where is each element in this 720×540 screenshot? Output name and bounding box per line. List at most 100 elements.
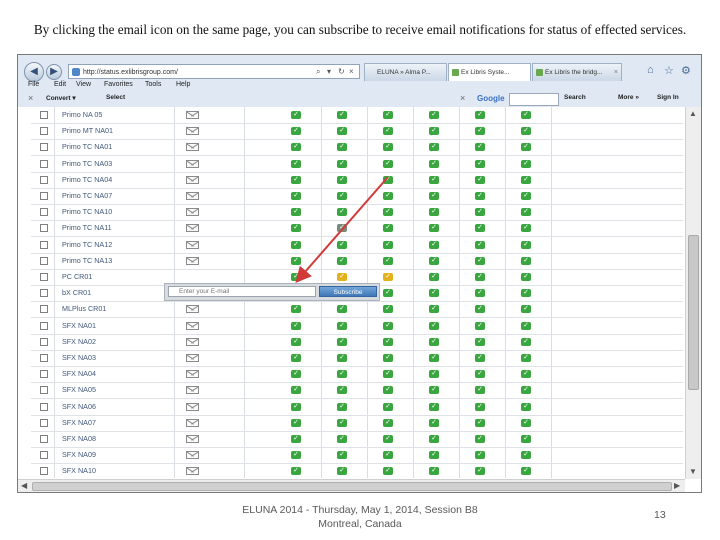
- email-subscribe-icon[interactable]: [186, 192, 199, 200]
- row-checkbox[interactable]: [40, 289, 48, 298]
- status-ok-icon: ✓: [429, 127, 439, 136]
- menu-view[interactable]: View: [76, 81, 91, 88]
- tab-close-icon[interactable]: ×: [614, 64, 618, 81]
- scroll-down-icon[interactable]: ▼: [689, 467, 697, 476]
- row-checkbox[interactable]: [40, 435, 48, 443]
- row-checkbox[interactable]: [40, 305, 48, 314]
- email-subscribe-icon[interactable]: [186, 127, 199, 136]
- row-checkbox[interactable]: [40, 370, 48, 379]
- more-button[interactable]: More »: [618, 94, 639, 101]
- status-ok-icon: ✓: [429, 418, 439, 427]
- status-ok-icon: ✓: [429, 192, 439, 200]
- email-subscribe-icon[interactable]: [186, 111, 199, 119]
- status-ok-icon: ✓: [337, 337, 347, 346]
- stop-icon[interactable]: ×: [349, 64, 354, 79]
- browser-tab-2[interactable]: Ex Libris Syste...: [448, 63, 531, 81]
- row-checkbox[interactable]: [40, 192, 48, 200]
- row-checkbox[interactable]: [40, 451, 48, 460]
- menu-tools[interactable]: Tools: [145, 81, 161, 88]
- email-subscribe-icon[interactable]: [186, 159, 199, 168]
- favorites-star-icon[interactable]: ☆: [664, 64, 674, 77]
- row-checkbox[interactable]: [40, 208, 48, 217]
- status-ok-icon: ✓: [429, 273, 439, 281]
- convert-button[interactable]: Convert ▾: [46, 94, 76, 102]
- scroll-up-icon[interactable]: ▲: [689, 109, 697, 118]
- page-number: 13: [654, 509, 666, 521]
- row-checkbox[interactable]: [40, 127, 48, 136]
- row-checkbox[interactable]: [40, 143, 48, 152]
- status-ok-icon: ✓: [475, 159, 485, 168]
- row-checkbox[interactable]: [40, 273, 48, 281]
- table-row: Primo TC NA07 ✓ ✓ ✓ ✓ ✓ ✓: [31, 188, 683, 205]
- email-subscribe-icon[interactable]: [186, 208, 199, 217]
- vertical-scrollbar[interactable]: ▲ ▼: [685, 107, 701, 479]
- row-checkbox[interactable]: [40, 354, 48, 362]
- email-subscribe-icon[interactable]: [186, 386, 199, 395]
- row-checkbox[interactable]: [40, 467, 48, 476]
- scroll-right-icon[interactable]: ▶: [674, 481, 680, 490]
- status-ok-icon: ✓: [475, 305, 485, 314]
- row-checkbox[interactable]: [40, 111, 48, 119]
- row-checkbox[interactable]: [40, 159, 48, 168]
- menu-help[interactable]: Help: [176, 81, 190, 88]
- email-subscribe-icon[interactable]: [186, 256, 199, 265]
- status-ok-icon: ✓: [291, 386, 301, 395]
- browser-tab-1[interactable]: ELUNA » Alma P...: [364, 63, 447, 81]
- row-checkbox[interactable]: [40, 256, 48, 265]
- horizontal-scrollbar[interactable]: ◀ ▶: [18, 479, 685, 492]
- google-bar-close-icon[interactable]: ×: [460, 93, 465, 103]
- service-name: bX CR01: [62, 288, 92, 298]
- horizontal-scroll-thumb[interactable]: [32, 482, 672, 491]
- email-input[interactable]: [168, 286, 316, 297]
- settings-gear-icon[interactable]: ⚙: [681, 64, 691, 77]
- menu-file[interactable]: File: [28, 81, 39, 88]
- email-subscribe-icon[interactable]: [186, 354, 199, 362]
- row-checkbox[interactable]: [40, 175, 48, 184]
- menu-edit[interactable]: Edit: [54, 81, 66, 88]
- email-subscribe-icon[interactable]: [186, 418, 199, 427]
- address-search-icon[interactable]: ⌕: [316, 64, 320, 79]
- refresh-icon[interactable]: ↻: [338, 64, 345, 79]
- row-checkbox[interactable]: [40, 386, 48, 395]
- row-checkbox[interactable]: [40, 321, 48, 330]
- toolbar-close-icon[interactable]: ×: [28, 93, 33, 103]
- select-button[interactable]: Select: [106, 94, 125, 101]
- sign-in-link[interactable]: Sign In: [657, 94, 679, 101]
- back-button[interactable]: ◀: [24, 62, 44, 82]
- status-ok-icon: ✓: [521, 175, 531, 184]
- email-subscribe-icon[interactable]: [186, 337, 199, 346]
- email-subscribe-icon[interactable]: [186, 240, 199, 249]
- email-subscribe-icon[interactable]: [186, 321, 199, 330]
- service-name: SFX NA01: [62, 320, 96, 330]
- scroll-left-icon[interactable]: ◀: [21, 481, 27, 490]
- row-checkbox[interactable]: [40, 240, 48, 249]
- subscribe-button[interactable]: Subscribe: [319, 286, 377, 297]
- browser-tab-3[interactable]: Ex Libris the bridg... ×: [532, 63, 622, 81]
- address-dropdown-icon[interactable]: ▾: [327, 64, 331, 79]
- email-subscribe-icon[interactable]: [186, 175, 199, 184]
- service-name: Primo TC NA03: [62, 158, 113, 168]
- menu-favorites[interactable]: Favorites: [104, 81, 133, 88]
- row-checkbox[interactable]: [40, 337, 48, 346]
- email-subscribe-icon[interactable]: [186, 402, 199, 411]
- email-subscribe-icon[interactable]: [186, 451, 199, 460]
- service-name: PC CR01: [62, 272, 93, 281]
- home-icon[interactable]: ⌂: [647, 64, 654, 76]
- email-subscribe-icon[interactable]: [186, 224, 199, 233]
- row-checkbox[interactable]: [40, 402, 48, 411]
- email-subscribe-icon[interactable]: [186, 143, 199, 152]
- email-subscribe-icon[interactable]: [186, 370, 199, 379]
- forward-button[interactable]: ▶: [46, 64, 62, 80]
- email-subscribe-icon[interactable]: [186, 435, 199, 443]
- row-checkbox[interactable]: [40, 418, 48, 427]
- google-search-box[interactable]: [509, 93, 559, 106]
- scroll-thumb[interactable]: [688, 235, 699, 390]
- email-subscribe-icon[interactable]: [186, 467, 199, 476]
- google-search-button[interactable]: Search: [564, 94, 586, 101]
- service-name: SFX NA07: [62, 417, 96, 427]
- footer-line-1: ELUNA 2014 - Thursday, May 1, 2014, Sess…: [242, 504, 478, 516]
- browser-screenshot: ◀ ▶ http://status.exlibrisgroup.com/ ⌕ ▾…: [17, 54, 702, 493]
- email-subscribe-icon[interactable]: [186, 305, 199, 314]
- row-checkbox[interactable]: [40, 224, 48, 233]
- status-ok-icon: ✓: [521, 354, 531, 362]
